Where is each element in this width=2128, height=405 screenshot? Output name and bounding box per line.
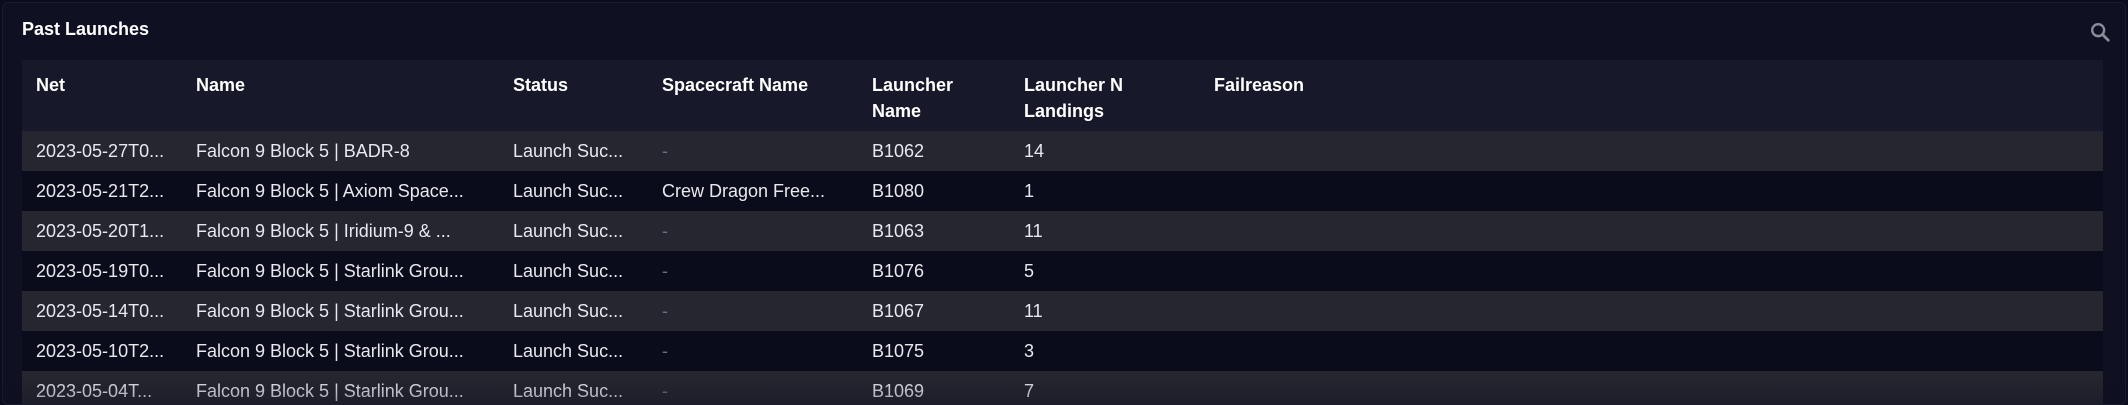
panel-title: Past Launches	[22, 19, 150, 39]
cell-launcher-n-landings: 7	[1024, 380, 1035, 401]
cell-launcher-n-landings: 5	[1024, 260, 1035, 281]
cell-name: Falcon 9 Block 5 | Starlink Grou...	[196, 260, 464, 281]
cell-name: Falcon 9 Block 5 | Starlink Grou...	[196, 300, 464, 321]
column-header-launcher-n-landings[interactable]: Launcher N Landings	[1010, 60, 1200, 131]
table-row[interactable]: 2023-05-19T0... Falcon 9 Block 5 | Starli…	[22, 251, 2103, 291]
cell-status: Launch Suc...	[513, 300, 624, 321]
cell-status: Launch Suc...	[513, 140, 624, 161]
panel-header: Past Launches	[3, 3, 2125, 55]
cell-spacecraft-name: Crew Dragon Free...	[662, 180, 826, 201]
cell-failreason	[1200, 331, 2103, 371]
cell-status: Launch Suc...	[513, 380, 624, 401]
cell-launcher-n-landings: 11	[1024, 220, 1043, 241]
column-header-net[interactable]: Net	[22, 60, 182, 131]
launches-table-container[interactable]: Net Name Status Spacecraft Name Launcher Nam…	[22, 60, 2103, 404]
cell-spacecraft-name: -	[662, 380, 668, 401]
cell-launcher-name: B1062	[872, 140, 925, 161]
cell-name: Falcon 9 Block 5 | BADR-8	[196, 140, 410, 161]
cell-net: 2023-05-10T2...	[36, 340, 165, 361]
column-header-status[interactable]: Status	[499, 60, 648, 131]
table-header-row: Net Name Status Spacecraft Name Launcher Nam…	[22, 60, 2103, 131]
launches-table: Net Name Status Spacecraft Name Launcher Nam…	[22, 60, 2103, 404]
column-header-launcher-name[interactable]: Launcher Name	[858, 60, 1010, 131]
cell-name: Falcon 9 Block 5 | Starlink Grou...	[196, 340, 464, 361]
cell-spacecraft-name: -	[662, 300, 668, 321]
cell-launcher-n-landings: 14	[1024, 140, 1045, 161]
cell-name: Falcon 9 Block 5 | Axiom Space...	[196, 180, 464, 201]
cell-launcher-n-landings: 3	[1024, 340, 1035, 361]
cell-net: 2023-05-27T0...	[36, 140, 165, 161]
cell-launcher-n-landings: 1	[1024, 180, 1035, 201]
cell-launcher-name: B1069	[872, 380, 925, 401]
cell-launcher-name: B1075	[872, 340, 925, 361]
cell-launcher-name: B1067	[872, 300, 925, 321]
search-icon[interactable]	[2089, 21, 2111, 43]
cell-status: Launch Suc...	[513, 180, 624, 201]
cell-net: 2023-05-21T2...	[36, 180, 165, 201]
cell-net: 2023-05-14T0...	[36, 300, 165, 321]
column-header-failreason[interactable]: Failreason	[1200, 60, 2103, 131]
cell-failreason	[1200, 251, 2103, 291]
cell-spacecraft-name: -	[662, 340, 668, 361]
table-row[interactable]: 2023-05-04T... Falcon 9 Block 5 | Starlin…	[22, 371, 2103, 404]
table-body: 2023-05-27T0... Falcon 9 Block 5 | BADR-8…	[22, 131, 2103, 404]
cell-status: Launch Suc...	[513, 260, 624, 281]
column-header-name[interactable]: Name	[182, 60, 499, 131]
past-launches-panel: Past Launches Net Name Status Spacecraft Na…	[2, 2, 2126, 405]
table-row[interactable]: 2023-05-10T2... Falcon 9 Block 5 | Starli…	[22, 331, 2103, 371]
cell-spacecraft-name: -	[662, 260, 668, 281]
table-row[interactable]: 2023-05-27T0... Falcon 9 Block 5 | BADR-8…	[22, 131, 2103, 171]
cell-launcher-name: B1063	[872, 220, 925, 241]
cell-name: Falcon 9 Block 5 | Iridium-9 & ...	[196, 220, 451, 241]
cell-launcher-name: B1080	[872, 180, 925, 201]
table-row[interactable]: 2023-05-14T0... Falcon 9 Block 5 | Starli…	[22, 291, 2103, 331]
column-header-spacecraft-name[interactable]: Spacecraft Name	[648, 60, 858, 131]
table-row[interactable]: 2023-05-20T1... Falcon 9 Block 5 | Iridiu…	[22, 211, 2103, 251]
cell-launcher-name: B1076	[872, 260, 925, 281]
cell-net: 2023-05-04T...	[36, 380, 153, 401]
cell-failreason	[1200, 171, 2103, 211]
cell-net: 2023-05-20T1...	[36, 220, 165, 241]
cell-failreason	[1200, 211, 2103, 251]
cell-spacecraft-name: -	[662, 220, 668, 241]
cell-net: 2023-05-19T0...	[36, 260, 165, 281]
table-row[interactable]: 2023-05-21T2... Falcon 9 Block 5 | Axiom …	[22, 171, 2103, 211]
cell-status: Launch Suc...	[513, 340, 624, 361]
cell-failreason	[1200, 371, 2103, 404]
cell-name: Falcon 9 Block 5 | Starlink Grou...	[196, 380, 464, 401]
cell-failreason	[1200, 291, 2103, 331]
cell-status: Launch Suc...	[513, 220, 624, 241]
cell-spacecraft-name: -	[662, 140, 668, 161]
cell-failreason	[1200, 131, 2103, 171]
cell-launcher-n-landings: 11	[1024, 300, 1043, 321]
